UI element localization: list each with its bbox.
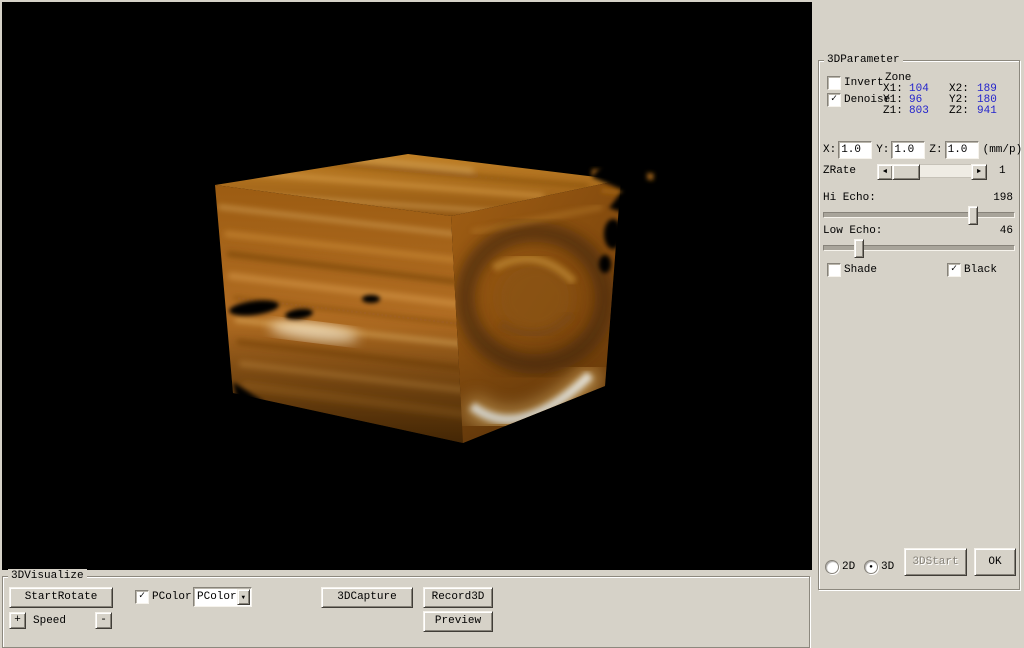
visualize-groupbox-title: 3DVisualize: [8, 569, 87, 583]
low-echo-slider-thumb[interactable]: [854, 239, 864, 258]
hi-echo-slider-thumb[interactable]: [968, 206, 978, 225]
zrate-label: ZRate: [823, 165, 877, 178]
speed-label: Speed: [33, 615, 66, 628]
pcolor-checkbox-label: PColor: [152, 591, 192, 604]
parameter-groupbox: 3DParameter Invert ✓ Denoise Zone X1: 10…: [818, 60, 1020, 590]
mode-3d-radio[interactable]: ● 3D: [864, 560, 894, 574]
denoise-checkbox-box[interactable]: ✓: [827, 93, 841, 107]
render-viewport[interactable]: [2, 2, 812, 570]
black-check-glyph: ✓: [951, 265, 957, 275]
scale-x-label: X:: [823, 144, 836, 157]
zone-row: Z1: 803 Z2: 941: [883, 105, 997, 118]
scale-z-label: Z:: [929, 144, 942, 157]
scroll-left-icon: ◄: [883, 166, 887, 178]
zrate-value: 1: [999, 165, 1006, 178]
pcolor-check-glyph: ✓: [139, 592, 145, 602]
low-echo-label: Low Echo:: [823, 225, 882, 238]
pcolor-select-value: PColor: [197, 591, 237, 604]
preview-button[interactable]: Preview: [423, 611, 493, 632]
mode-2d-radio[interactable]: 2D: [825, 560, 855, 574]
parameter-panel: 3DParameter Invert ✓ Denoise Zone X1: 10…: [812, 0, 1024, 640]
shade-checkbox-box[interactable]: [827, 263, 841, 277]
zone-z2-value: 941: [977, 105, 997, 118]
record3d-button[interactable]: Record3D: [423, 587, 493, 608]
3dcapture-button[interactable]: 3DCapture: [321, 587, 413, 608]
hi-echo-label: Hi Echo:: [823, 192, 876, 205]
shade-checkbox-label: Shade: [844, 264, 877, 277]
start-rotate-button[interactable]: StartRotate: [9, 587, 113, 608]
low-echo-value: 46: [1000, 225, 1013, 238]
pcolor-checkbox-box[interactable]: ✓: [135, 590, 149, 604]
scale-unit-label: (mm/p): [983, 144, 1023, 157]
mode-2d-radio-circle[interactable]: [825, 560, 839, 574]
hi-echo-slider[interactable]: [823, 212, 1015, 218]
chevron-down-icon[interactable]: ▼: [237, 589, 250, 605]
shade-checkbox[interactable]: Shade: [827, 263, 877, 277]
parameter-groupbox-title: 3DParameter: [824, 53, 903, 67]
zrate-row: ZRate ◄ ► 1: [823, 164, 1006, 178]
hi-echo-row: Hi Echo: 198: [823, 192, 1013, 205]
volume-render: [2, 2, 812, 570]
invert-checkbox-box[interactable]: [827, 76, 841, 90]
zrate-scroll-thumb[interactable]: [892, 164, 920, 180]
scale-y-input[interactable]: [891, 141, 925, 159]
ok-button[interactable]: OK: [974, 548, 1016, 576]
zrate-scroll-right-button[interactable]: ►: [971, 164, 987, 180]
scale-z-input[interactable]: [945, 141, 979, 159]
mode-3d-radio-dot: ●: [869, 564, 873, 570]
3dstart-button[interactable]: 3DStart: [904, 548, 967, 576]
black-checkbox[interactable]: ✓ Black: [947, 263, 997, 277]
low-echo-row: Low Echo: 46: [823, 225, 1013, 238]
scale-row: X: Y: Z: (mm/p): [823, 141, 1022, 159]
invert-checkbox[interactable]: Invert: [827, 76, 884, 90]
black-checkbox-label: Black: [964, 264, 997, 277]
visualize-groupbox: 3DVisualize StartRotate ✓ PColor PColor …: [2, 576, 810, 648]
zrate-scrollbar[interactable]: ◄ ►: [877, 164, 987, 178]
pcolor-checkbox[interactable]: ✓ PColor: [135, 590, 192, 604]
mode-3d-radio-circle[interactable]: ●: [864, 560, 878, 574]
black-checkbox-box[interactable]: ✓: [947, 263, 961, 277]
mode-3d-radio-label: 3D: [881, 561, 894, 574]
zrate-scroll-left-button[interactable]: ◄: [877, 164, 893, 180]
speed-plus-button[interactable]: +: [9, 612, 26, 629]
invert-checkbox-label: Invert: [844, 77, 884, 90]
zone-z1-value: 803: [909, 105, 949, 118]
scale-x-input[interactable]: [838, 141, 872, 159]
denoise-checkbox[interactable]: ✓ Denoise: [827, 93, 890, 107]
pcolor-select[interactable]: PColor ▼: [193, 587, 252, 607]
scroll-right-icon: ►: [977, 166, 981, 178]
denoise-check-glyph: ✓: [831, 95, 837, 105]
zone-z1-label: Z1:: [883, 105, 909, 118]
low-echo-slider[interactable]: [823, 245, 1015, 251]
mode-2d-radio-label: 2D: [842, 561, 855, 574]
speed-minus-button[interactable]: -: [95, 612, 112, 629]
zone-z2-label: Z2:: [949, 105, 977, 118]
visualize-panel: 3DVisualize StartRotate ✓ PColor PColor …: [0, 570, 812, 640]
scale-y-label: Y:: [876, 144, 889, 157]
dropdown-arrow-glyph: ▼: [242, 591, 246, 604]
hi-echo-value: 198: [993, 192, 1013, 205]
